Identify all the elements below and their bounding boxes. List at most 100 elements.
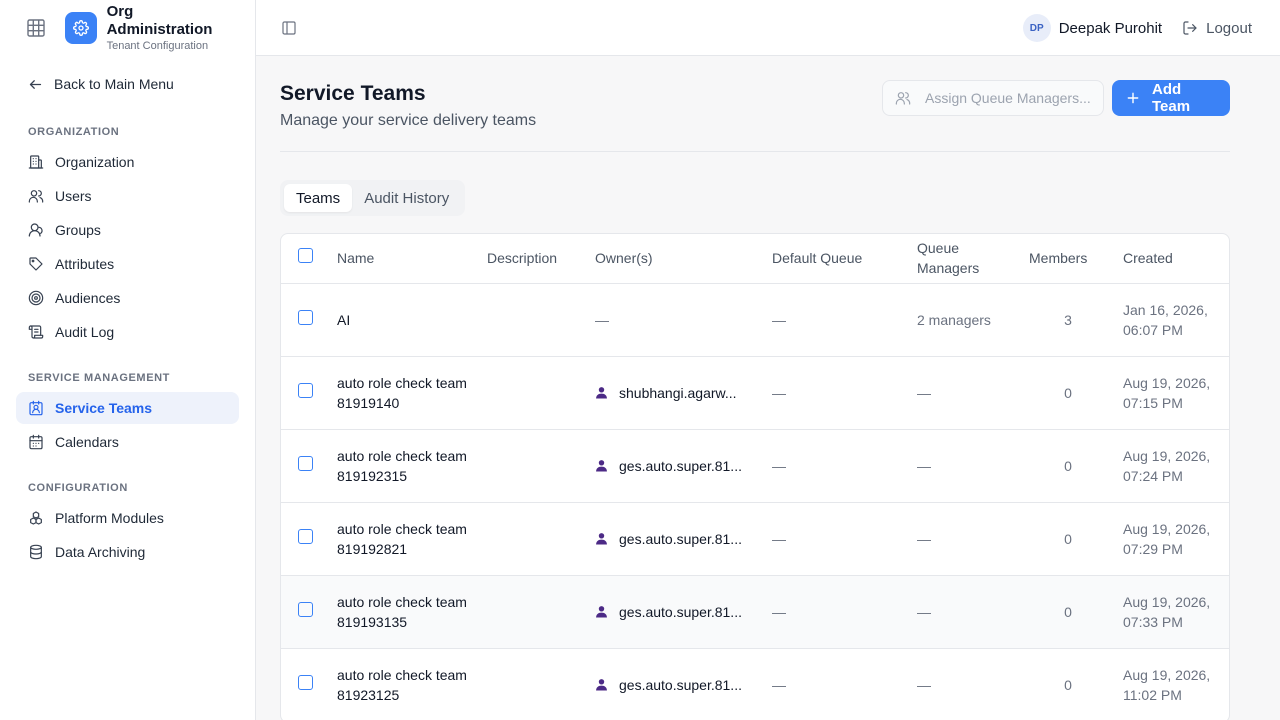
created-date: Aug 19, 2026, 07:15 PM bbox=[1115, 356, 1229, 430]
table-row[interactable]: auto role check team 819192315 ges.auto.… bbox=[281, 429, 1229, 503]
team-description bbox=[479, 429, 587, 503]
sidebar-item-label: Data Archiving bbox=[55, 544, 146, 560]
column-header-default-queue[interactable]: Default Queue bbox=[764, 234, 909, 284]
user-icon bbox=[595, 678, 609, 692]
avatar[interactable]: DP bbox=[1022, 14, 1051, 42]
default-queue: — bbox=[764, 502, 909, 576]
building-icon bbox=[28, 154, 44, 170]
row-select-cell bbox=[281, 648, 329, 720]
sidebar-item-organization[interactable]: Organization bbox=[16, 146, 239, 178]
sidebar-item-audiences[interactable]: Audiences bbox=[16, 282, 239, 314]
tab-list: Teams Audit History bbox=[280, 180, 466, 216]
target-icon bbox=[28, 290, 44, 306]
team-name[interactable]: auto role check team 819192821 bbox=[329, 502, 479, 576]
table-header-row: Name Description Owner(s) Default Queue … bbox=[281, 234, 1229, 284]
created-date: Aug 19, 2026, 07:29 PM bbox=[1115, 502, 1229, 576]
groups-icon bbox=[28, 222, 44, 238]
tab-teams[interactable]: Teams bbox=[284, 184, 353, 212]
queue-managers: — bbox=[909, 502, 1021, 576]
users-icon bbox=[28, 188, 44, 204]
brand: Org Administration Tenant Configuration bbox=[0, 0, 255, 56]
brand-subtitle: Tenant Configuration bbox=[106, 40, 209, 52]
default-queue: — bbox=[764, 648, 909, 720]
gear-icon bbox=[73, 20, 89, 36]
tab-audit-history[interactable]: Audit History bbox=[352, 184, 461, 212]
section-label-organization: ORGANIZATION bbox=[28, 126, 120, 138]
page-subtitle: Manage your service delivery teams bbox=[280, 112, 537, 129]
plus-icon bbox=[1126, 91, 1140, 105]
sidebar-item-label: Platform Modules bbox=[55, 510, 164, 526]
team-description bbox=[479, 283, 587, 357]
column-header-queue-managers[interactable]: Queue Managers bbox=[909, 234, 1021, 284]
queue-managers: — bbox=[909, 648, 1021, 720]
user-icon bbox=[595, 532, 609, 546]
owner-name: ges.auto.super.81... bbox=[619, 676, 742, 693]
sidebar-item-label: Users bbox=[55, 188, 92, 204]
member-count: 0 bbox=[1021, 502, 1115, 576]
brand-title: Org Administration bbox=[106, 3, 213, 38]
sidebar-item-audit-log[interactable]: Audit Log bbox=[16, 316, 239, 348]
select-all-checkbox[interactable] bbox=[297, 248, 313, 264]
team-description bbox=[479, 356, 587, 430]
user-icon bbox=[595, 386, 609, 400]
team-owners: ges.auto.super.81... bbox=[587, 648, 764, 720]
user-name[interactable]: Deepak Purohit bbox=[1059, 20, 1162, 37]
table-row[interactable]: auto role check team 819192821 ges.auto.… bbox=[281, 502, 1229, 576]
sidebar-item-attributes[interactable]: Attributes bbox=[16, 248, 239, 280]
team-name[interactable]: auto role check team 819192315 bbox=[329, 429, 479, 503]
member-count: 0 bbox=[1021, 648, 1115, 720]
owner-name: ges.auto.super.81... bbox=[619, 603, 742, 620]
sidebar: Org Administration Tenant Configuration … bbox=[0, 0, 256, 720]
scroll-icon bbox=[28, 324, 44, 340]
assign-label: Assign Queue Managers... bbox=[925, 90, 1091, 106]
sidebar-item-users[interactable]: Users bbox=[16, 180, 239, 212]
row-checkbox[interactable] bbox=[297, 382, 313, 398]
created-date: Aug 19, 2026, 11:02 PM bbox=[1115, 648, 1229, 720]
app-grid-icon[interactable] bbox=[26, 18, 45, 38]
table-row[interactable]: AI — — 2 managers 3 Jan 16, 2026, 06:07 … bbox=[281, 283, 1229, 357]
row-checkbox[interactable] bbox=[297, 455, 313, 471]
team-name[interactable]: AI bbox=[329, 283, 479, 357]
team-name[interactable]: auto role check team 81919140 bbox=[329, 356, 479, 430]
logout-label: Logout bbox=[1206, 19, 1252, 37]
user-icon bbox=[595, 459, 609, 473]
team-name[interactable]: auto role check team 819193135 bbox=[329, 575, 479, 649]
queue-managers: — bbox=[909, 429, 1021, 503]
sidebar-item-calendars[interactable]: Calendars bbox=[16, 426, 239, 458]
add-team-button[interactable]: Add Team bbox=[1112, 80, 1230, 116]
column-header-owners[interactable]: Owner(s) bbox=[587, 234, 764, 284]
table-row[interactable]: auto role check team 81919140 shubhangi.… bbox=[281, 356, 1229, 430]
column-header-name[interactable]: Name bbox=[329, 234, 479, 284]
logout-button[interactable]: Logout bbox=[1182, 20, 1252, 37]
default-queue: — bbox=[764, 356, 909, 430]
row-checkbox[interactable] bbox=[297, 528, 313, 544]
sidebar-item-platform-modules[interactable]: Platform Modules bbox=[16, 502, 239, 534]
column-header-members[interactable]: Members bbox=[1021, 234, 1115, 284]
table-row[interactable]: auto role check team 81923125 ges.auto.s… bbox=[281, 648, 1229, 720]
member-count: 0 bbox=[1021, 575, 1115, 649]
tag-icon bbox=[28, 256, 44, 272]
column-header-description[interactable]: Description bbox=[479, 234, 587, 284]
boxes-icon bbox=[28, 510, 44, 526]
row-select-cell bbox=[281, 356, 329, 430]
sidebar-toggle-icon[interactable] bbox=[280, 19, 298, 37]
sidebar-item-label: Calendars bbox=[55, 434, 119, 450]
sidebar-item-label: Service Teams bbox=[55, 400, 153, 416]
sidebar-item-data-archiving[interactable]: Data Archiving bbox=[16, 536, 239, 568]
row-select-cell bbox=[281, 575, 329, 649]
row-select-cell bbox=[281, 502, 329, 576]
row-checkbox[interactable] bbox=[297, 601, 313, 617]
team-owners: ges.auto.super.81... bbox=[587, 575, 764, 649]
sidebar-item-groups[interactable]: Groups bbox=[16, 214, 239, 246]
column-header-created[interactable]: Created bbox=[1115, 234, 1229, 284]
assign-queue-managers-button[interactable]: Assign Queue Managers... bbox=[882, 80, 1104, 116]
sidebar-item-label: Audiences bbox=[55, 290, 121, 306]
team-name[interactable]: auto role check team 81923125 bbox=[329, 648, 479, 720]
row-checkbox[interactable] bbox=[297, 309, 313, 325]
row-checkbox[interactable] bbox=[297, 674, 313, 690]
sidebar-item-service-teams[interactable]: Service Teams bbox=[16, 392, 239, 424]
back-to-main-menu-link[interactable]: Back to Main Menu bbox=[0, 64, 255, 104]
sidebar-item-label: Organization bbox=[55, 154, 135, 170]
table-row[interactable]: auto role check team 819193135 ges.auto.… bbox=[281, 575, 1229, 649]
contact-icon bbox=[28, 400, 44, 416]
